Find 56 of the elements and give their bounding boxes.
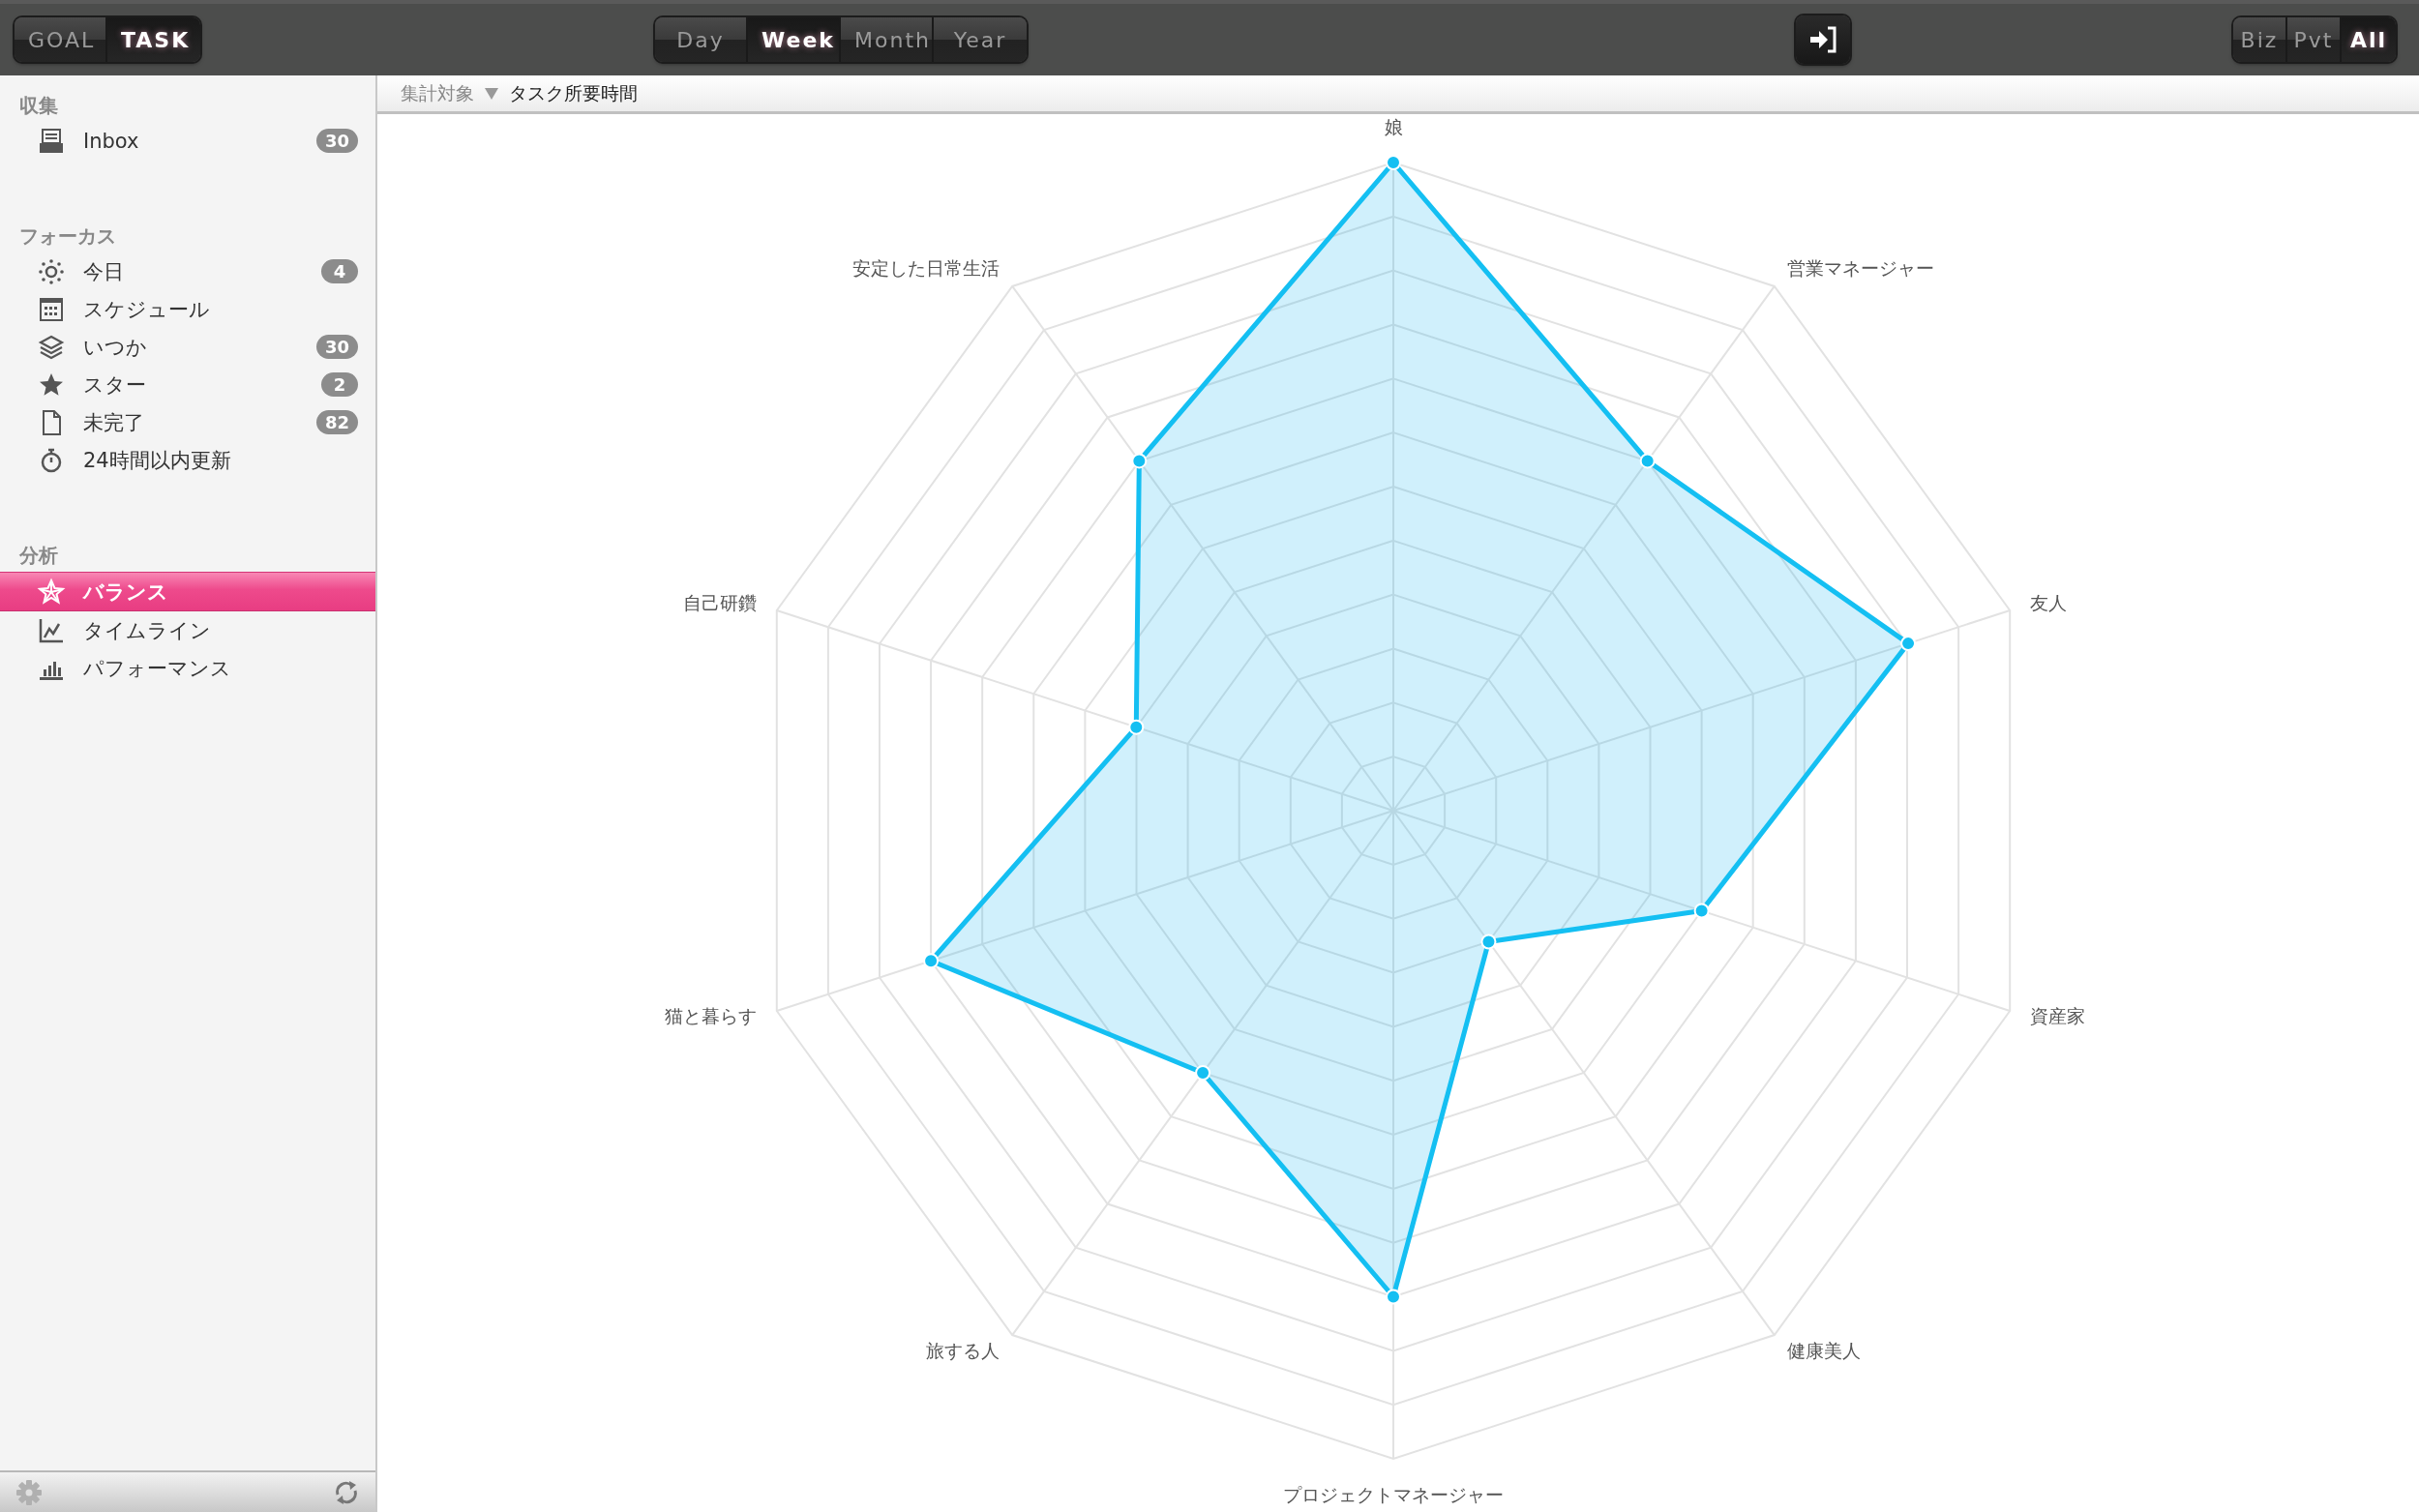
period-tab[interactable]: Day	[655, 17, 748, 62]
axis-label: 猫と暮らす	[664, 1005, 757, 1027]
period-tab[interactable]: Month	[841, 17, 934, 62]
sidebar-item[interactable]: 24時間以内更新	[0, 441, 375, 479]
data-point	[1386, 1289, 1401, 1305]
data-point	[923, 953, 940, 969]
axis-label: プロジェクトマネージャー	[1283, 1484, 1504, 1505]
axis-label: 娘	[1384, 116, 1403, 137]
sidebar-item[interactable]: タイムライン	[0, 611, 375, 649]
period-tab[interactable]: Year	[934, 17, 1027, 62]
sidebar-item[interactable]: スター 2	[0, 366, 375, 403]
scope-tab[interactable]: Pvt	[2287, 17, 2342, 62]
data-point	[1900, 636, 1917, 652]
section-title: 収集	[18, 93, 59, 119]
count-badge: 4	[321, 259, 358, 283]
radar-icon	[37, 577, 66, 607]
axis-label: 自己研鑽	[682, 591, 757, 613]
axis-label: 健康美人	[1786, 1340, 1861, 1362]
data-point	[1195, 1065, 1211, 1081]
axis-label: 営業マネージャー	[1786, 256, 1934, 279]
mode-tab[interactable]: GOAL	[15, 17, 107, 62]
data-point	[1639, 453, 1656, 469]
data-point	[1386, 155, 1401, 170]
sidebar-item[interactable]: いつか 30	[0, 328, 375, 366]
data-point	[1480, 934, 1497, 950]
count-badge: 30	[315, 335, 358, 359]
count-badge: 2	[321, 372, 358, 397]
sync-icon[interactable]	[333, 1478, 360, 1506]
sidebar-item[interactable]: 未完了 82	[0, 403, 375, 441]
sidebar-item[interactable]: スケジュール	[0, 290, 375, 328]
filter-label: 集計対象	[401, 80, 474, 105]
export-button[interactable]	[1796, 15, 1850, 64]
axis-label: 友人	[2030, 591, 2068, 613]
axis-label: 安定した日常生活	[852, 256, 1000, 279]
count-badge: 30	[315, 129, 358, 153]
arrow-into-bracket-icon	[1808, 26, 1837, 53]
sidebar-item[interactable]: パフォーマンス	[0, 649, 375, 687]
sidebar-item[interactable]: 今日 4	[0, 252, 375, 290]
dropdown-triangle-icon[interactable]	[484, 86, 499, 101]
count-badge: 82	[315, 410, 358, 434]
data-point	[1131, 453, 1148, 469]
tray-icon	[37, 126, 66, 156]
section-title: フォーカス	[18, 223, 117, 250]
scope-tab[interactable]: All	[2342, 17, 2396, 62]
scope-tab[interactable]: Biz	[2233, 17, 2287, 62]
sidebar-item[interactable]: バランス	[0, 572, 375, 611]
period-tab[interactable]: Week	[748, 17, 841, 62]
section-title: 分析	[18, 543, 59, 569]
axis-label: 旅する人	[926, 1340, 1000, 1362]
axis-label: 資産家	[2030, 1005, 2086, 1027]
data-point	[1128, 719, 1145, 735]
sun-icon	[37, 256, 66, 286]
mode-tab[interactable]: TASK	[107, 17, 200, 62]
data-point	[1693, 903, 1710, 919]
filter-dropdown[interactable]: タスク所要時間	[509, 80, 638, 106]
sidebar-item[interactable]: Inbox 30	[0, 122, 375, 160]
